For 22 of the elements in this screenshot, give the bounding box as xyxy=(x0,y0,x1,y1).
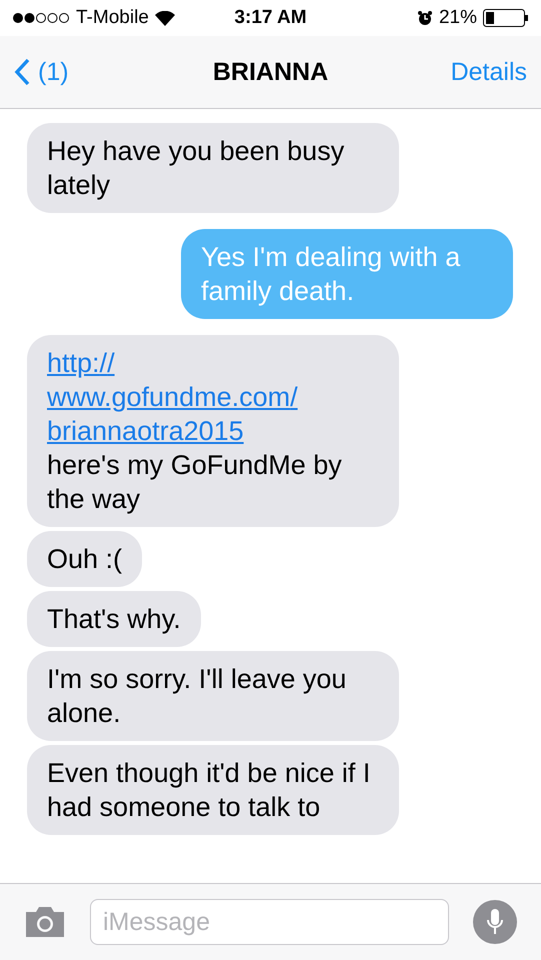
battery-icon xyxy=(483,9,529,27)
camera-icon[interactable] xyxy=(24,906,66,938)
alarm-icon xyxy=(416,10,433,26)
received-message-bubble: Even though it'd be nice if I had someone to talk to xyxy=(27,745,399,835)
received-message-bubble: Ouh :( xyxy=(27,531,142,587)
contact-name: BRIANNA xyxy=(212,58,328,86)
chevron-left-icon xyxy=(14,58,30,86)
sent-message-bubble: Yes I'm dealing with a family death. xyxy=(181,229,513,319)
received-message-bubble: Hey have you been busy lately xyxy=(27,123,399,213)
signal-icon xyxy=(12,12,70,24)
wifi-icon xyxy=(154,10,175,26)
received-message-bubble: That's why. xyxy=(27,591,201,647)
clock-time: 3:17 AM xyxy=(234,7,307,29)
message-input[interactable]: iMessage xyxy=(90,899,449,945)
microphone-icon xyxy=(486,908,504,936)
carrier-name: T-Mobile xyxy=(76,7,149,29)
back-button[interactable]: (1) xyxy=(14,58,154,86)
battery-percent: 21% xyxy=(438,7,477,29)
details-link[interactable]: Details xyxy=(387,58,527,86)
message-link[interactable]: http://www.gofundme.com/briannaotra2015 xyxy=(47,346,337,448)
received-message-bubble: I'm so sorry. I'll leave you alone. xyxy=(27,651,399,741)
microphone-button[interactable] xyxy=(473,900,517,944)
